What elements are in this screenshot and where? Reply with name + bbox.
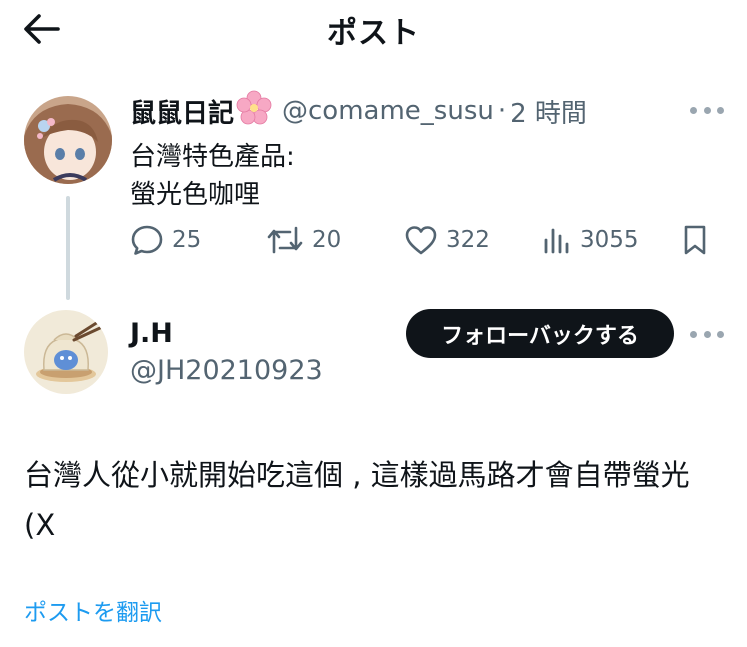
views-action-button[interactable]: 3055 xyxy=(542,222,639,258)
more-dot-icon xyxy=(717,330,724,338)
parent-post-header: 鼠鼠日記 @comame_susu · 2 時間 xyxy=(130,90,587,130)
follow-back-button[interactable]: フォローバックする xyxy=(406,309,674,358)
repost-icon xyxy=(267,226,303,254)
post-time[interactable]: 2 時間 xyxy=(510,93,587,130)
reply-display-name[interactable]: J.H xyxy=(130,318,173,349)
parent-display-name[interactable]: 鼠鼠日記 xyxy=(130,93,234,130)
more-dot-icon xyxy=(703,106,711,114)
reply-icon xyxy=(131,225,163,255)
bookmark-icon xyxy=(684,225,706,255)
translate-post-link[interactable]: ポストを翻訳 xyxy=(24,593,162,627)
page-title: ポスト xyxy=(327,16,420,51)
cherry-blossom-icon xyxy=(236,90,272,133)
parent-text-line: 螢光色咖哩 xyxy=(130,180,261,210)
more-dot-icon xyxy=(717,106,724,114)
more-dot-icon xyxy=(690,330,697,338)
reply-avatar[interactable] xyxy=(24,310,108,394)
more-dot-icon xyxy=(703,330,711,338)
like-count: 322 xyxy=(446,227,490,253)
parent-post-text: 台灣特色產品: 螢光色咖哩 xyxy=(130,138,295,214)
reply-count: 25 xyxy=(172,227,202,253)
thread-line xyxy=(66,196,70,300)
parent-text-line: 台灣特色產品: xyxy=(130,142,295,172)
like-action-button[interactable]: 322 xyxy=(404,222,490,258)
reply-more-button[interactable] xyxy=(690,329,724,339)
parent-more-button[interactable] xyxy=(690,105,724,115)
parent-handle[interactable]: @comame_susu xyxy=(282,96,494,126)
bookmark-button[interactable] xyxy=(682,222,708,258)
views-chart-icon xyxy=(544,228,569,254)
reply-handle[interactable]: @JH20210923 xyxy=(130,355,323,386)
heart-icon xyxy=(405,226,437,255)
reply-post-text: 台灣人從小就開始吃這個 , 這樣過馬路才會自帶螢光 (X xyxy=(24,458,690,542)
reply-action-button[interactable]: 25 xyxy=(130,222,201,258)
repost-action-button[interactable]: 20 xyxy=(266,222,341,258)
repost-count: 20 xyxy=(312,227,342,253)
parent-avatar[interactable] xyxy=(24,96,112,184)
more-dot-icon xyxy=(690,106,697,114)
separator-dot: · xyxy=(497,96,507,126)
view-count: 3055 xyxy=(580,227,639,253)
